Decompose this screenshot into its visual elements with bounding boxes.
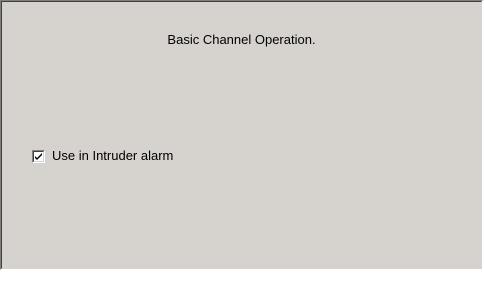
panel-title: Basic Channel Operation. <box>167 32 316 47</box>
use-in-intruder-alarm-option[interactable]: Use in Intruder alarm <box>32 149 173 163</box>
checkmark-icon <box>35 152 42 160</box>
use-in-intruder-alarm-checkbox[interactable] <box>32 149 45 163</box>
channel-settings-panel: Basic Channel Operation. Use in Intruder… <box>0 0 483 270</box>
use-in-intruder-alarm-label: Use in Intruder alarm <box>52 148 174 163</box>
bottom-blank-area <box>0 270 484 298</box>
